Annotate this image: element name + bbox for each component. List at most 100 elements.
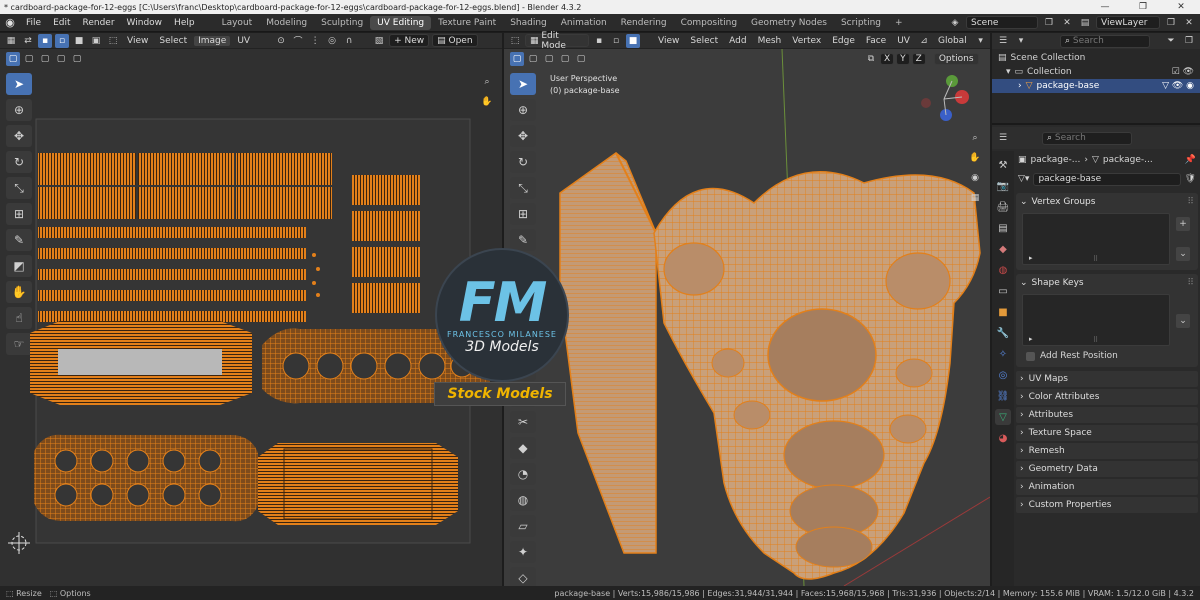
viewlayer-icon[interactable]: ▤: [1078, 16, 1092, 30]
drag-handle-icon[interactable]: ⠿: [1187, 197, 1194, 207]
mesh-name-field[interactable]: package-base: [1033, 172, 1181, 186]
sync-selection-icon[interactable]: ⇄: [21, 34, 35, 48]
viewport-transform-tool-icon[interactable]: ⊞: [510, 203, 536, 225]
scene-icon[interactable]: ◈: [948, 16, 962, 30]
menu-window[interactable]: Window: [121, 18, 169, 28]
select-box-extend-icon[interactable]: ▢: [22, 52, 36, 66]
output-tab-icon[interactable]: 🖨: [995, 199, 1011, 215]
expand-arrow-icon[interactable]: ›: [1018, 81, 1022, 91]
viewport-options-button[interactable]: Options: [933, 53, 979, 65]
mirror-z-toggle[interactable]: Z: [911, 53, 926, 65]
uv-2d-cursor-icon[interactable]: [8, 532, 30, 554]
outliner-collection[interactable]: ▾ ▭ Collection ☑ 👁: [992, 65, 1200, 79]
uv-maps-panel[interactable]: › UV Maps: [1016, 371, 1198, 387]
island-select-icon[interactable]: ▣: [89, 34, 103, 48]
scene-tab-icon[interactable]: ◆: [995, 241, 1011, 257]
camera-view-icon[interactable]: ◉: [968, 171, 982, 185]
uv-canvas[interactable]: [0, 33, 502, 586]
vertex-select-icon[interactable]: ▪: [38, 33, 52, 48]
viewport-move-tool-icon[interactable]: ✥: [510, 125, 536, 147]
select-box-subtract-icon[interactable]: ▢: [38, 52, 52, 66]
animation-panel[interactable]: › Animation: [1016, 479, 1198, 495]
tab-texture-paint[interactable]: Texture Paint: [431, 16, 503, 30]
tab-compositing[interactable]: Compositing: [674, 16, 744, 30]
modifiers-tab-icon[interactable]: 🔧: [995, 325, 1011, 341]
shape-keys-list[interactable]: ▸ ⠿: [1022, 294, 1170, 346]
collection-tab-icon[interactable]: ▭: [995, 283, 1011, 299]
viewport-menu-select[interactable]: Select: [686, 36, 722, 46]
tab-modeling[interactable]: Modeling: [259, 16, 314, 30]
custom-properties-panel[interactable]: › Custom Properties: [1016, 497, 1198, 513]
add-rest-position-checkbox[interactable]: [1026, 351, 1035, 361]
world-tab-icon[interactable]: ◍: [995, 262, 1011, 278]
mirror-icon[interactable]: ⧉: [864, 52, 878, 66]
shrink-fatten-tool-icon[interactable]: ✦: [510, 541, 536, 563]
viewport-zoom-icon[interactable]: ⌕: [968, 131, 982, 145]
new-scene-icon[interactable]: ❐: [1042, 16, 1056, 30]
viewport-canvas[interactable]: [504, 33, 990, 586]
viewport-annotate-tool-icon[interactable]: ✎: [510, 229, 536, 251]
uv-menu-uv[interactable]: UV: [233, 36, 254, 46]
scene-selector[interactable]: Scene: [966, 16, 1038, 29]
mesh-datablock-icon[interactable]: ▽▾: [1018, 174, 1029, 184]
texture-space-panel[interactable]: › Texture Space: [1016, 425, 1198, 441]
edge-mode-icon[interactable]: ▫: [609, 34, 623, 48]
viewport-cursor-tool-icon[interactable]: ⊕: [510, 99, 536, 121]
color-attributes-panel[interactable]: › Color Attributes: [1016, 389, 1198, 405]
image-browse-icon[interactable]: ▧: [372, 34, 386, 48]
object-tab-icon[interactable]: ■: [995, 304, 1011, 320]
remesh-panel[interactable]: › Remesh: [1016, 443, 1198, 459]
properties-search-input[interactable]: ⌕ Search: [1042, 131, 1132, 145]
shape-keys-drag-icon[interactable]: ⠿: [1187, 278, 1194, 288]
pinch-tool-icon[interactable]: ☞: [6, 333, 32, 355]
add-workspace-button[interactable]: +: [888, 16, 910, 30]
properties-editor-icon[interactable]: ☰: [996, 131, 1010, 145]
outliner-scene-collection[interactable]: ▤ Scene Collection: [992, 51, 1200, 65]
viewport-pan-icon[interactable]: ✋: [968, 151, 982, 165]
viewport-menu-view[interactable]: View: [654, 36, 683, 46]
transform-tool-icon[interactable]: ⊞: [6, 203, 32, 225]
rip-tool-icon[interactable]: ◩: [6, 255, 32, 277]
mirror-y-toggle[interactable]: Y: [896, 53, 910, 65]
breadcrumb-object[interactable]: package-...: [1031, 155, 1081, 165]
list-resize-icon[interactable]: ⠿: [1093, 255, 1098, 263]
snap-settings-icon[interactable]: ⋮: [308, 34, 322, 48]
orientation-icon[interactable]: ⊿: [917, 34, 931, 48]
select-box-invert-icon[interactable]: ▢: [54, 52, 68, 66]
viewport-select-new-icon[interactable]: ▢: [510, 52, 524, 66]
select-tool-icon[interactable]: ➤: [6, 73, 32, 95]
uv-menu-image[interactable]: Image: [194, 35, 231, 46]
tab-shading[interactable]: Shading: [503, 16, 554, 30]
viewport-menu-mesh[interactable]: Mesh: [754, 36, 786, 46]
outliner-editor-icon[interactable]: ☰: [996, 34, 1010, 48]
mirror-x-toggle[interactable]: X: [880, 53, 895, 65]
vertex-group-menu-icon[interactable]: ⌄: [1176, 247, 1190, 261]
move-tool-icon[interactable]: ✥: [6, 125, 32, 147]
new-viewlayer-icon[interactable]: ❐: [1164, 16, 1178, 30]
tab-rendering[interactable]: Rendering: [614, 16, 674, 30]
new-image-button[interactable]: + New: [389, 34, 430, 47]
open-image-button[interactable]: ▤ Open: [432, 34, 478, 47]
geometry-data-panel[interactable]: › Geometry Data: [1016, 461, 1198, 477]
uv-editor[interactable]: ▦ ⇄ ▪ ▫ ■ ▣ ⬚ View Select Image UV ⊙ ⌒ ⋮…: [0, 33, 502, 586]
breadcrumb-mesh[interactable]: package-...: [1103, 155, 1153, 165]
vertex-mode-icon[interactable]: ▪: [592, 34, 606, 48]
outliner[interactable]: ☰ ▾ ⌕ Search ⏷ ❐ ▤ Scene Collection ▾ ▭ …: [992, 33, 1200, 125]
delete-viewlayer-icon[interactable]: ✕: [1182, 16, 1196, 30]
shape-keys-filter-icon[interactable]: ▸: [1029, 335, 1033, 343]
proportional-edit-icon[interactable]: ◎: [325, 34, 339, 48]
minimize-button[interactable]: —: [1086, 2, 1124, 12]
mode-selector[interactable]: ▦ Edit Mode: [525, 31, 589, 51]
vertex-groups-list[interactable]: ▸ ⠿: [1022, 213, 1170, 265]
material-tab-icon[interactable]: ◕: [995, 430, 1011, 446]
cursor-tool-icon[interactable]: ⊕: [6, 99, 32, 121]
smooth-tool-icon[interactable]: ◍: [510, 489, 536, 511]
outliner-search-input[interactable]: ⌕ Search: [1060, 34, 1150, 48]
spin-tool-icon[interactable]: ◔: [510, 463, 536, 485]
viewlayer-selector[interactable]: ViewLayer: [1096, 16, 1160, 29]
menu-render[interactable]: Render: [77, 18, 121, 28]
annotate-tool-icon[interactable]: ✎: [6, 229, 32, 251]
outliner-display-mode-icon[interactable]: ▾: [1014, 34, 1028, 48]
tool-tab-icon[interactable]: ⚒: [995, 157, 1011, 173]
perspective-toggle-icon[interactable]: ▦: [968, 191, 982, 205]
